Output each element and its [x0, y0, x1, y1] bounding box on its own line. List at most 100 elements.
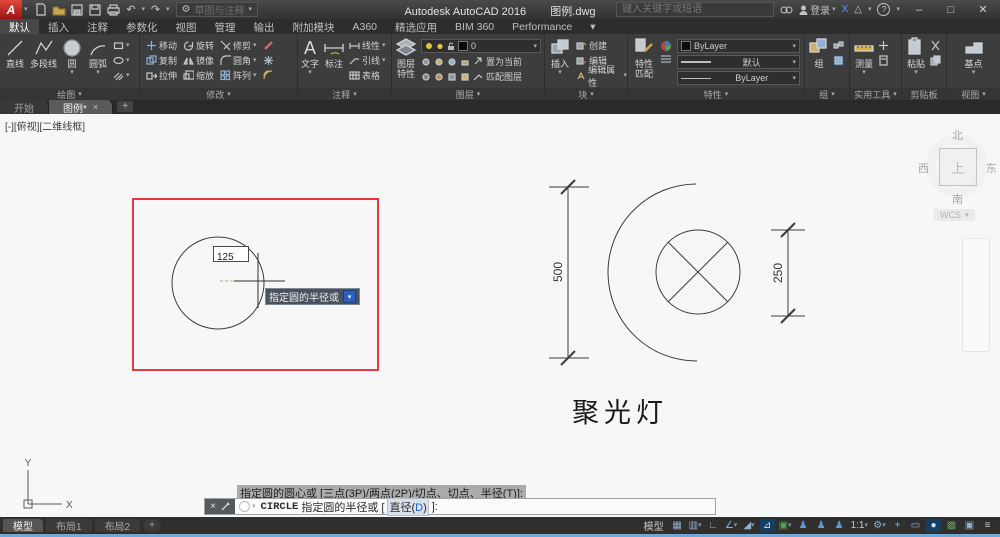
- file-tab-close-icon[interactable]: ×: [93, 102, 98, 112]
- set-current-button[interactable]: 置为当前: [473, 55, 522, 68]
- drawing-canvas[interactable]: [0, 114, 1000, 517]
- save-button[interactable]: [70, 2, 85, 17]
- grid-toggle[interactable]: ▦: [670, 519, 685, 532]
- tab-parametric[interactable]: 参数化: [117, 19, 167, 34]
- command-line-bar[interactable]: × ▾ CIRCLE 指定圆的半径或 [ 直径(D) ]:: [204, 498, 716, 515]
- group-button[interactable]: 组: [808, 35, 830, 69]
- ribbon-options-caret-icon[interactable]: ▾: [581, 19, 604, 34]
- help-caret-icon[interactable]: ▾: [896, 6, 900, 13]
- layout-tab-layout2[interactable]: 布局2: [95, 519, 141, 532]
- tab-view[interactable]: 视图: [167, 19, 206, 34]
- isometric-toggle[interactable]: ◢▾: [742, 519, 757, 532]
- customize-menu-button[interactable]: ≡: [980, 519, 995, 532]
- quick-calc-button[interactable]: [878, 54, 889, 67]
- linear-dim-button[interactable]: 线性▾: [349, 39, 386, 52]
- navigation-bar[interactable]: [962, 238, 990, 352]
- leader-button[interactable]: 引线▾: [349, 54, 386, 67]
- help-icon[interactable]: ?: [877, 3, 890, 16]
- panel-label-properties[interactable]: 特性▾: [628, 88, 804, 100]
- ellipse-button[interactable]: ▾: [113, 54, 130, 67]
- tab-addins[interactable]: 附加模块: [284, 19, 344, 34]
- viewcube-south[interactable]: 南: [952, 191, 963, 207]
- scale-button[interactable]: 缩放: [183, 69, 214, 82]
- measure-button[interactable]: 测量 ▾: [853, 35, 875, 76]
- tab-annotate[interactable]: 注释: [78, 19, 117, 34]
- cut-button[interactable]: [930, 39, 941, 52]
- annotation-scale-value[interactable]: 1:1▾: [850, 519, 869, 532]
- a360-caret-icon[interactable]: ▾: [868, 6, 872, 13]
- layout-tab-layout1[interactable]: 布局1: [46, 519, 92, 532]
- table-button[interactable]: 表格: [349, 69, 386, 82]
- panel-label-annotate[interactable]: 注释▾: [298, 88, 391, 100]
- line-button[interactable]: 直线: [4, 35, 26, 69]
- file-tab-document[interactable]: 图例* ×: [49, 100, 113, 114]
- layer-unisolate-icon[interactable]: [421, 71, 432, 82]
- panel-label-view[interactable]: 视图▾: [947, 88, 1000, 100]
- move-button[interactable]: 移动: [146, 39, 177, 52]
- command-grip[interactable]: ×: [205, 499, 235, 514]
- graphics-performance-toggle[interactable]: ▣: [962, 519, 977, 532]
- ungroup-button[interactable]: [833, 39, 844, 52]
- layer-isolate-icon[interactable]: [434, 56, 445, 67]
- save-as-button[interactable]: [88, 2, 103, 17]
- quick-properties-toggle[interactable]: ▭: [908, 519, 923, 532]
- search-icon[interactable]: [780, 5, 793, 15]
- model-space-button[interactable]: 模型: [644, 518, 664, 533]
- layer-properties-button[interactable]: 图层 特性: [395, 35, 417, 80]
- viewcube-east[interactable]: 东: [986, 160, 997, 176]
- minimize-button[interactable]: –: [906, 4, 932, 16]
- panel-label-block[interactable]: 块▾: [545, 88, 627, 100]
- command-wrench-icon[interactable]: [220, 502, 230, 512]
- command-prompt[interactable]: CIRCLE 指定圆的半径或 [ 直径(D) ]:: [256, 498, 438, 516]
- panel-label-draw[interactable]: 绘图▾: [0, 88, 139, 100]
- workspace-gear-toggle[interactable]: ⚙▾: [872, 519, 887, 532]
- tab-manage[interactable]: 管理: [206, 19, 245, 34]
- copy-button[interactable]: 复制: [146, 54, 177, 67]
- command-close-icon[interactable]: ×: [210, 501, 216, 512]
- lock-ui-toggle[interactable]: ●: [926, 519, 941, 532]
- paste-button[interactable]: 粘贴 ▾: [905, 35, 927, 76]
- plot-button[interactable]: [106, 2, 121, 17]
- dynamic-input-box[interactable]: [213, 246, 249, 262]
- layer-match-icon-sm[interactable]: [460, 71, 471, 82]
- dynamic-input-field[interactable]: [214, 252, 247, 263]
- panel-label-group[interactable]: 组▾: [805, 88, 849, 100]
- layer-thaw-all-icon[interactable]: [434, 71, 445, 82]
- layer-freeze-icon[interactable]: [447, 56, 458, 67]
- panel-label-clipboard[interactable]: 剪贴板: [902, 88, 946, 100]
- new-file-button[interactable]: [34, 2, 49, 17]
- command-recent-icon[interactable]: [239, 501, 250, 512]
- polar-tracking-toggle[interactable]: ∠▾: [724, 519, 739, 532]
- base-button[interactable]: 基点 ▾: [963, 35, 985, 76]
- rotate-button[interactable]: 旋转: [183, 39, 214, 52]
- annotation-scale-icon[interactable]: ♟: [832, 519, 847, 532]
- workspace-switcher[interactable]: ⚙ 草图与注释 ▾: [176, 2, 258, 17]
- layer-off-icon[interactable]: [421, 56, 432, 67]
- array-button[interactable]: 阵列▾: [220, 69, 257, 82]
- dimension-button[interactable]: 标注: [323, 35, 345, 69]
- polyline-button[interactable]: 多段线: [30, 35, 57, 69]
- viewcube-north[interactable]: 北: [952, 127, 963, 143]
- arc-button[interactable]: 圆弧 ▾: [87, 35, 109, 76]
- circle-button[interactable]: 圆 ▾: [61, 35, 83, 76]
- app-menu-button[interactable]: A: [0, 0, 22, 19]
- mirror-button[interactable]: 镜像: [183, 54, 214, 67]
- copy-clip-button[interactable]: [930, 54, 941, 67]
- layer-lock-icon[interactable]: [460, 56, 471, 67]
- create-block-button[interactable]: 创建: [576, 39, 627, 52]
- object-snap-toggle[interactable]: ▣▾: [778, 519, 793, 532]
- explode-button[interactable]: [263, 54, 274, 67]
- rectangle-button[interactable]: ▾: [113, 39, 130, 52]
- offset-button[interactable]: [263, 69, 274, 82]
- snap-toggle[interactable]: ▥▾: [688, 519, 703, 532]
- viewcube[interactable]: 北 西 东 南 上 WCS ▾: [922, 133, 994, 229]
- match-properties-button[interactable]: 特性 匹配: [633, 35, 655, 80]
- layout-tab-model[interactable]: 模型: [3, 519, 43, 532]
- text-button[interactable]: A 文字 ▾: [301, 35, 319, 76]
- isolate-objects-button[interactable]: ▩: [944, 519, 959, 532]
- annotation-monitor-button[interactable]: +: [890, 519, 905, 532]
- panel-label-layers[interactable]: 图层▾: [392, 88, 544, 100]
- maximize-button[interactable]: □: [938, 4, 964, 16]
- sign-in-button[interactable]: 登录 ▾: [799, 2, 836, 17]
- object-snap-tracking-toggle[interactable]: ⊿: [760, 519, 775, 532]
